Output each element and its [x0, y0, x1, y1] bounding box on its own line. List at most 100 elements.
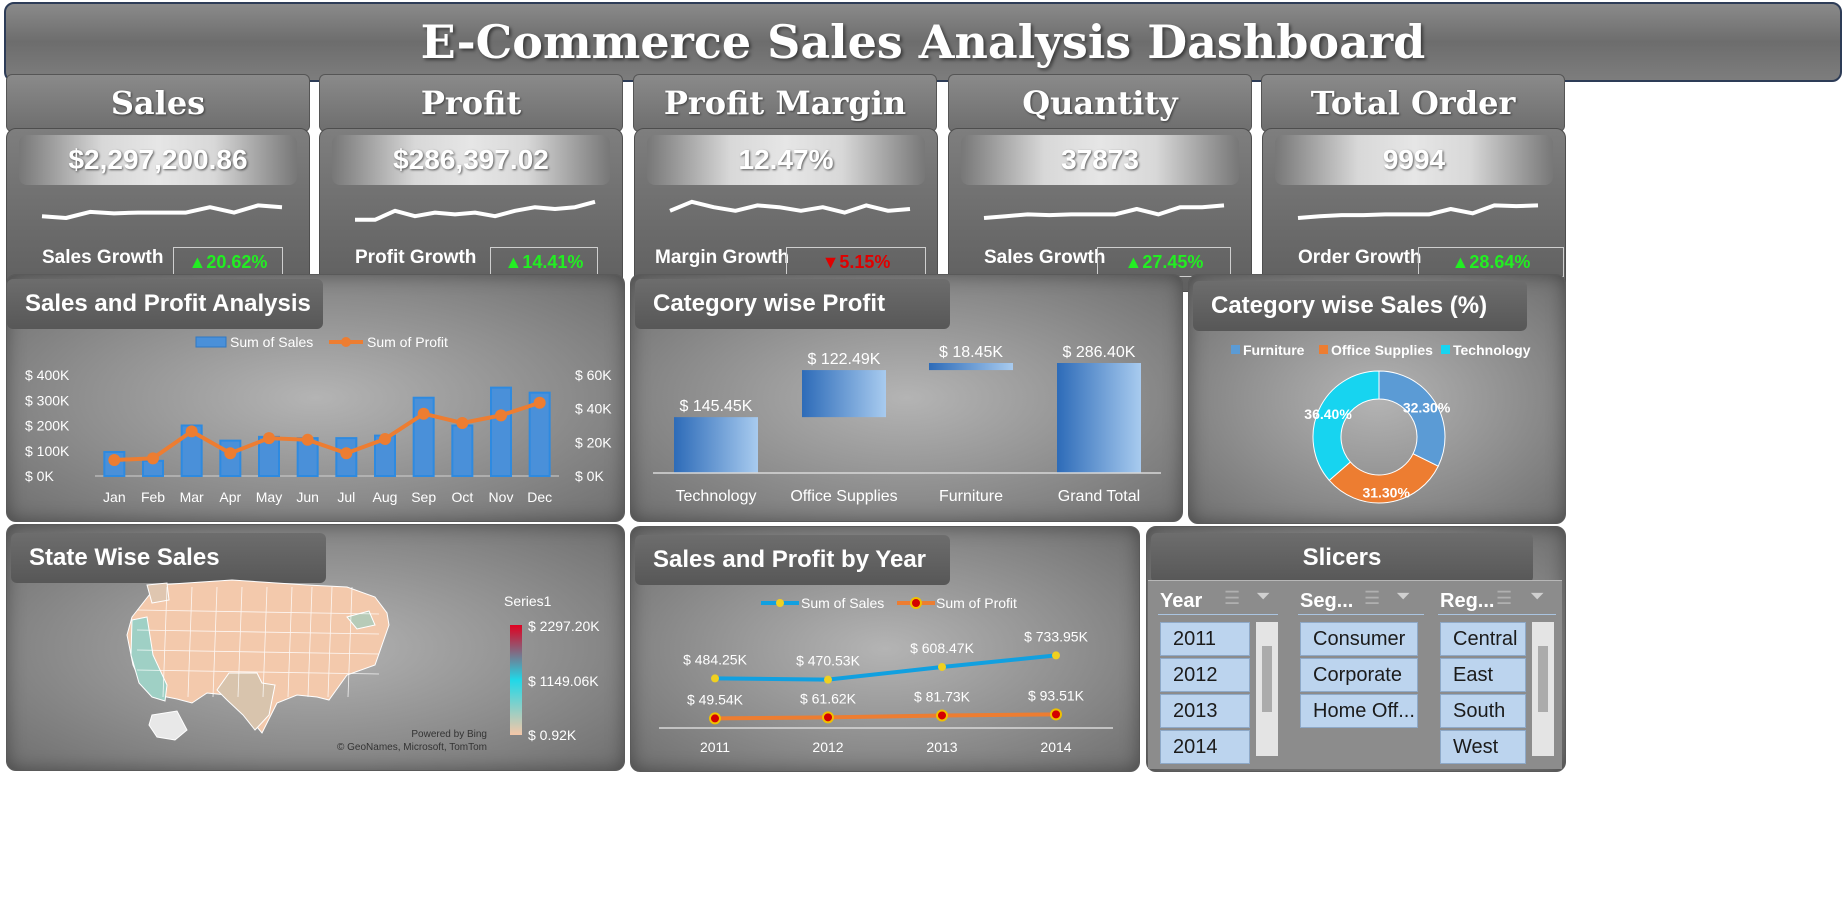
- data-label: $ 286.40K: [1063, 344, 1136, 361]
- kpi-value: 37873: [961, 135, 1239, 185]
- multi-select-icon[interactable]: ☰: [1496, 588, 1512, 609]
- slicer-item-2014[interactable]: 2014: [1160, 730, 1250, 764]
- y-left-tick: $ 400K: [25, 367, 70, 383]
- x-tick: 2013: [926, 739, 957, 755]
- panel-year: Sales and Profit by Year Sum of Sales Sum…: [630, 526, 1140, 772]
- profit-point: [185, 425, 198, 438]
- waterfall-bar: [802, 370, 886, 418]
- scale-max: $ 2297.20K: [528, 618, 600, 634]
- y-left-tick: $ 0K: [25, 468, 54, 484]
- donut-slice: [1312, 370, 1380, 482]
- data-label: $ 18.45K: [939, 344, 1003, 361]
- legend-sales: Sum of Sales: [801, 595, 884, 611]
- growth-label: Sales Growth: [984, 247, 1106, 268]
- sparkline-path: [669, 199, 911, 215]
- slicer-item-2013[interactable]: 2013: [1160, 694, 1250, 728]
- slicer-divider: [1158, 614, 1278, 615]
- x-tick: Jun: [296, 489, 319, 505]
- data-label: $ 61.62K: [800, 690, 857, 706]
- x-tick: 2014: [1040, 739, 1071, 755]
- slicer-item-east[interactable]: East: [1440, 658, 1526, 692]
- map-series-label: Series1: [504, 593, 552, 609]
- profit-point: [533, 396, 546, 409]
- kpi-card-sales: $2,297,200.86 Sales Growth ▲ 20.62%: [6, 128, 310, 292]
- x-tick: Technology: [676, 488, 757, 505]
- slicer-item-corporate[interactable]: Corporate: [1300, 658, 1418, 692]
- bar-sales: [451, 424, 474, 477]
- slicer-item-south[interactable]: South: [1440, 694, 1526, 728]
- dashboard-title: E-Commerce Sales Analysis Dashboard: [4, 2, 1842, 82]
- multi-select-icon[interactable]: ☰: [1364, 588, 1380, 609]
- usa-map[interactable]: Series1 $ 2297.20K $ 1149.06K $ 0.92K Po…: [7, 525, 624, 770]
- slicer-item-central[interactable]: Central: [1440, 622, 1526, 656]
- legend-profit: Sum of Profit: [936, 595, 1017, 611]
- scroll-thumb[interactable]: [1538, 646, 1548, 712]
- waterfall-bar: [1057, 363, 1141, 473]
- scroll-thumb[interactable]: [1262, 646, 1272, 712]
- legend-item: Office Supplies: [1331, 342, 1433, 358]
- legend-swatch: [1319, 345, 1328, 354]
- slicer-scrollbar[interactable]: [1532, 622, 1554, 756]
- growth-label: Order Growth: [1298, 247, 1422, 268]
- clear-filter-icon[interactable]: ⏷: [1256, 586, 1270, 607]
- sales-point: [1052, 651, 1060, 660]
- profit-point: [108, 454, 121, 467]
- legend-marker-profit: [910, 597, 922, 609]
- legend-swatch: [1231, 345, 1240, 354]
- panel-state-sales: State Wise Sales Series1 $ 2297.20K $ 11…: [6, 524, 625, 771]
- x-tick: Furniture: [939, 488, 1003, 505]
- y-right-tick: $ 60K: [575, 367, 612, 383]
- kpi-value: 12.47%: [647, 135, 925, 185]
- slice-label: 32.30%: [1403, 399, 1451, 415]
- profit-point: [822, 711, 834, 724]
- x-tick: Jan: [103, 489, 126, 505]
- slicer-divider: [1298, 614, 1424, 615]
- legend-swatch: [1441, 345, 1450, 354]
- slicer-item-2012[interactable]: 2012: [1160, 658, 1250, 692]
- y-left-tick: $ 200K: [25, 418, 70, 434]
- profit-point: [263, 432, 275, 445]
- x-tick: Aug: [373, 489, 398, 505]
- sparkline: [355, 199, 596, 222]
- data-label: $ 608.47K: [910, 640, 974, 656]
- y-left-tick: $ 300K: [25, 392, 70, 408]
- map-alaska: [148, 710, 188, 741]
- growth-value: 5.15%: [839, 251, 891, 272]
- x-tick: Grand Total: [1058, 488, 1140, 505]
- up-arrow-icon: ▲: [1451, 251, 1470, 272]
- growth-label: Profit Growth: [355, 247, 477, 268]
- data-label: $ 733.95K: [1024, 628, 1088, 644]
- slicer-item-west[interactable]: West: [1440, 730, 1526, 764]
- kpi-head-profit-margin: Profit Margin: [633, 74, 937, 132]
- map-credit-geo: © GeoNames, Microsoft, TomTom: [337, 742, 487, 753]
- up-arrow-icon: ▲: [188, 251, 207, 272]
- slicer-region[interactable]: Reg... ☰ ⏷ Central East South West: [1430, 580, 1562, 790]
- kpi-card-total-order: 9994 Order Growth ▲ 28.64%: [1262, 128, 1566, 292]
- multi-select-icon[interactable]: ☰: [1224, 588, 1240, 609]
- slicer-year[interactable]: Year ☰ ⏷ 2011 2012 2013 2014: [1150, 580, 1282, 790]
- data-label: $ 122.49K: [808, 351, 881, 368]
- sparkline: [669, 199, 911, 215]
- slicer-item-consumer[interactable]: Consumer: [1300, 622, 1418, 656]
- growth-value: 20.62%: [206, 251, 268, 272]
- clear-filter-icon[interactable]: ⏷: [1530, 586, 1544, 607]
- sparkline: [41, 203, 283, 220]
- down-arrow-icon: ▼: [821, 251, 840, 272]
- color-scale: [510, 625, 522, 735]
- slicer-item-2011[interactable]: 2011: [1160, 622, 1250, 656]
- kpi-head-sales: Sales: [6, 74, 310, 132]
- profit-point: [224, 447, 237, 460]
- slicer-segment[interactable]: Seg... ☰ ⏷ Consumer Corporate Home Off..…: [1290, 580, 1430, 790]
- kpi-head-profit: Profit: [319, 74, 623, 132]
- scale-min: $ 0.92K: [528, 727, 577, 743]
- slicer-scrollbar[interactable]: [1256, 622, 1278, 756]
- sparkline: [1297, 203, 1539, 220]
- growth-badge: ▲ 28.64%: [1418, 247, 1564, 277]
- x-tick: Oct: [451, 489, 473, 505]
- data-label: $ 93.51K: [1028, 687, 1085, 703]
- slicer-item-home-office[interactable]: Home Off...: [1300, 694, 1418, 728]
- sales-profit-year-chart: Sum of Sales Sum of Profit $ 484.25K $ 470.…: [659, 595, 1113, 755]
- waterfall-bar: [674, 417, 758, 473]
- clear-filter-icon[interactable]: ⏷: [1396, 586, 1410, 607]
- profit-point: [456, 416, 469, 429]
